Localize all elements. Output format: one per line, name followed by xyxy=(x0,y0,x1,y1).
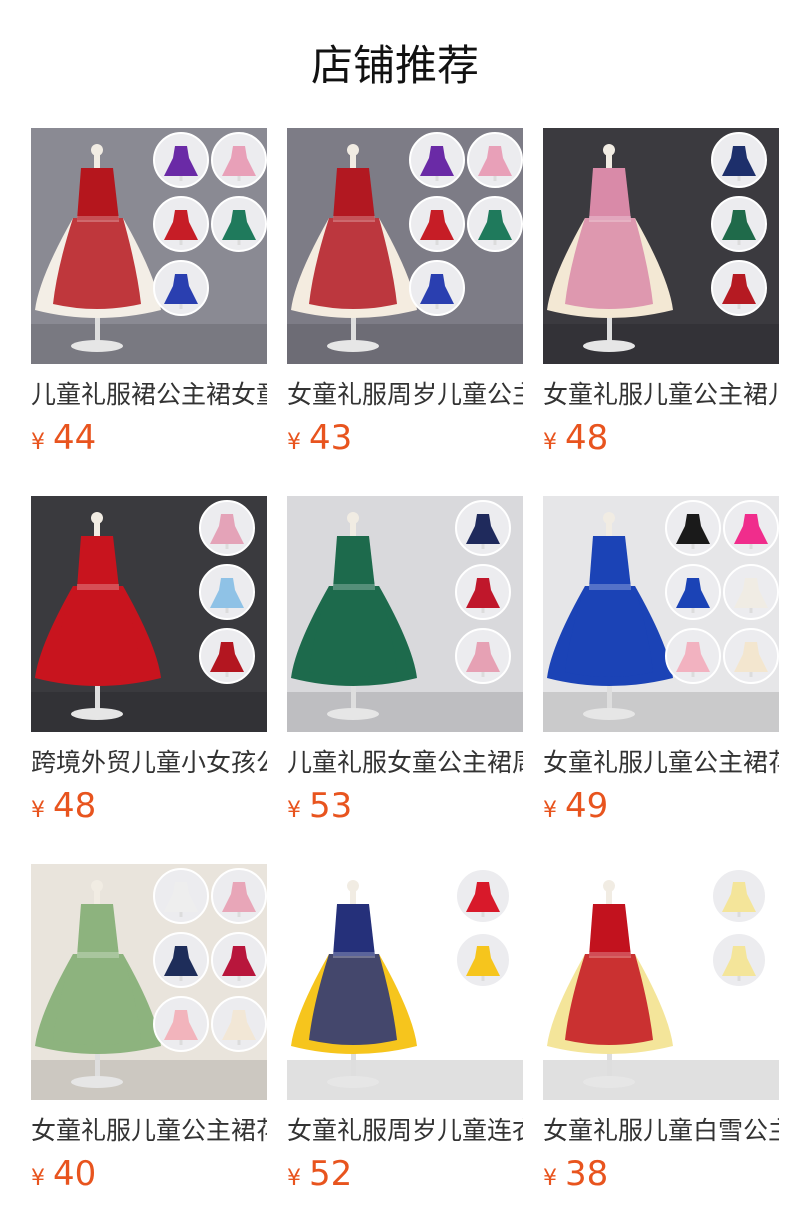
product-price: ¥38 xyxy=(543,1154,779,1200)
product-name[interactable]: 女童礼服儿童公主裙花 xyxy=(543,746,779,780)
dress-illustration xyxy=(287,496,523,732)
price-amount: 48 xyxy=(565,418,609,458)
dress-illustration xyxy=(287,128,523,364)
dress-illustration xyxy=(31,128,267,364)
price-amount: 44 xyxy=(53,418,97,458)
product-card[interactable]: 女童礼服周岁儿童连衣 ¥52 xyxy=(287,864,523,1200)
product-image[interactable] xyxy=(543,496,779,732)
price-amount: 43 xyxy=(309,418,353,458)
currency-symbol: ¥ xyxy=(287,798,301,823)
product-image[interactable] xyxy=(287,496,523,732)
product-name[interactable]: 女童礼服周岁儿童公主 xyxy=(287,378,523,412)
product-price: ¥44 xyxy=(31,418,267,464)
product-card[interactable]: 儿童礼服裙公主裙女童 ¥44 xyxy=(31,128,267,464)
page-title: 店铺推荐 xyxy=(310,41,479,90)
product-name[interactable]: 女童礼服儿童白雪公主 xyxy=(543,1114,779,1148)
product-price: ¥53 xyxy=(287,786,523,832)
product-name[interactable]: 女童礼服儿童公主裙儿 xyxy=(543,378,779,412)
dress-illustration xyxy=(287,864,523,1100)
dress-illustration xyxy=(31,864,267,1100)
product-card[interactable]: 女童礼服儿童公主裙儿 ¥48 xyxy=(543,128,779,464)
price-amount: 38 xyxy=(565,1154,609,1194)
dress-illustration xyxy=(543,128,779,364)
product-name[interactable]: 女童礼服周岁儿童连衣 xyxy=(287,1114,523,1148)
dress-illustration xyxy=(31,496,267,732)
product-image[interactable] xyxy=(543,864,779,1100)
product-card[interactable]: 女童礼服周岁儿童公主 ¥43 xyxy=(287,128,523,464)
currency-symbol: ¥ xyxy=(543,1166,557,1191)
page-header: 店铺推荐 xyxy=(0,0,790,128)
product-card[interactable]: 女童礼服儿童公主裙花 ¥49 xyxy=(543,496,779,832)
currency-symbol: ¥ xyxy=(287,1166,301,1191)
currency-symbol: ¥ xyxy=(543,430,557,455)
price-amount: 53 xyxy=(309,786,353,826)
price-amount: 40 xyxy=(53,1154,97,1194)
product-price: ¥52 xyxy=(287,1154,523,1200)
product-image[interactable] xyxy=(543,128,779,364)
product-image[interactable] xyxy=(31,864,267,1100)
currency-symbol: ¥ xyxy=(31,430,45,455)
product-price: ¥49 xyxy=(543,786,779,832)
price-amount: 52 xyxy=(309,1154,353,1194)
dress-illustration xyxy=(543,496,779,732)
dress-illustration xyxy=(543,864,779,1100)
product-card[interactable]: 女童礼服儿童公主裙花 ¥40 xyxy=(31,864,267,1200)
product-name[interactable]: 跨境外贸儿童小女孩公 xyxy=(31,746,267,780)
product-card[interactable]: 儿童礼服女童公主裙周 ¥53 xyxy=(287,496,523,832)
currency-symbol: ¥ xyxy=(31,1166,45,1191)
price-amount: 49 xyxy=(565,786,609,826)
product-price: ¥48 xyxy=(31,786,267,832)
product-name[interactable]: 儿童礼服裙公主裙女童 xyxy=(31,378,267,412)
product-image[interactable] xyxy=(287,128,523,364)
currency-symbol: ¥ xyxy=(543,798,557,823)
currency-symbol: ¥ xyxy=(31,798,45,823)
product-card[interactable]: 女童礼服儿童白雪公主 ¥38 xyxy=(543,864,779,1200)
product-price: ¥40 xyxy=(31,1154,267,1200)
product-price: ¥48 xyxy=(543,418,779,464)
product-price: ¥43 xyxy=(287,418,523,464)
product-name[interactable]: 儿童礼服女童公主裙周 xyxy=(287,746,523,780)
price-amount: 48 xyxy=(53,786,97,826)
product-card[interactable]: 跨境外贸儿童小女孩公 ¥48 xyxy=(31,496,267,832)
product-image[interactable] xyxy=(31,128,267,364)
currency-symbol: ¥ xyxy=(287,430,301,455)
product-image[interactable] xyxy=(31,496,267,732)
product-image[interactable] xyxy=(287,864,523,1100)
product-name[interactable]: 女童礼服儿童公主裙花 xyxy=(31,1114,267,1148)
